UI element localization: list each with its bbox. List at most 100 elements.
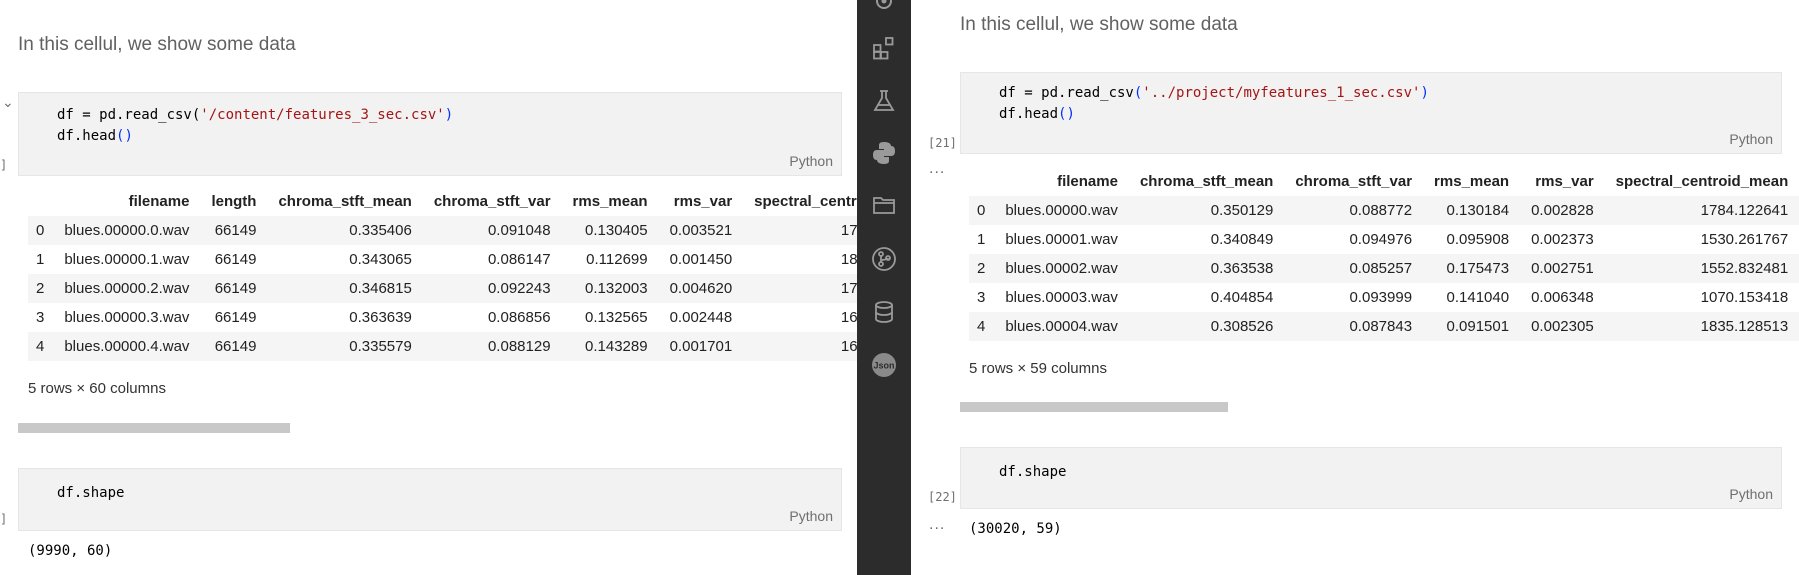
row-index: 1 [36,251,45,268]
rows-columns-note: 5 rows × 59 columns [969,360,1107,377]
database-icon[interactable] [869,297,899,327]
table-cell: 0.143289 [585,338,648,355]
table-row: 4 blues.00004.wav 0.308526 0.087843 0.091501… [969,312,1799,341]
table-cell: 0.086856 [487,309,551,326]
code-editor[interactable]: df = pd.read_csv('../project/myfeatures_… [999,83,1429,125]
json-icon[interactable]: Json [869,350,899,380]
column-header: filename [1057,172,1118,190]
python-icon[interactable] [869,138,899,168]
table-row: 1 blues.00001.wav 0.340849 0.094976 0.095908… [969,225,1799,254]
table-cell: 0.095908 [1446,231,1510,248]
table-cell: 0.132003 [585,280,648,297]
folder-icon[interactable] [869,190,899,220]
left-notebook-pane: In this cellul, we show some data ⌄ df =… [0,0,857,575]
table-cell: blues.00004.wav [1005,318,1118,335]
code-cell-read-csv[interactable]: df = pd.read_csv('../project/myfeatures_… [960,72,1782,154]
collapse-chevron-icon[interactable]: ⌄ [2,94,14,111]
markdown-cell-text[interactable]: In this cellul, we show some data [18,34,296,56]
table-cell: 1552.832481 [1700,260,1789,277]
cell-language-label[interactable]: Python [1729,131,1773,147]
table-cell: 0.343065 [349,251,412,268]
table-cell: 0.001450 [669,251,733,268]
table-cell: 0.335579 [349,338,412,355]
table-cell: 0.363639 [349,309,412,326]
dataframe-table: filename length chroma_stft_mean chroma_stf… [28,186,857,361]
row-index: 4 [36,338,45,355]
rows-columns-note: 5 rows × 60 columns [28,380,166,397]
table-cell: blues.00000.0.wav [64,222,190,239]
row-index: 0 [977,202,986,219]
extensions-icon[interactable] [869,33,899,63]
column-header: chroma_stft_var [1295,172,1413,190]
table-row: 1 blues.00000.1.wav 66149 0.343065 0.086147 0… [28,245,857,274]
row-index: 3 [977,289,986,306]
column-header: chroma_stft_mean [278,192,412,210]
table-header-row: filename length chroma_stft_mean chroma_stf… [28,186,857,216]
code-editor[interactable]: df.shape [999,462,1066,483]
table-cell: blues.00001.wav [1005,231,1118,248]
table-cell: blues.00002.wav [1005,260,1118,277]
table-cell: 0.086147 [487,251,551,268]
table-cell: 0.112699 [586,251,648,268]
column-header: spectral_centroic [754,192,857,210]
column-header: rms_var [1535,172,1594,190]
table-cell: 0.002373 [1531,231,1594,248]
testing-flask-icon[interactable] [869,86,899,116]
code-editor[interactable]: df = pd.read_csv('/content/features_3_se… [57,105,453,147]
table-cell: 0.308526 [1210,318,1274,335]
table-cell: 0.091048 [487,222,551,239]
source-control-icon[interactable] [869,244,899,274]
table-row: 0 blues.00000.wav 0.350129 0.088772 0.130184… [969,196,1799,225]
code-cell-df-shape[interactable]: df.shape Python [960,447,1782,509]
table-cell: 0.094976 [1349,231,1413,248]
table-cell: 66149 [214,309,257,326]
table-cell: 0.340849 [1210,231,1274,248]
table-cell: 0.088129 [487,338,551,355]
horizontal-scrollbar[interactable] [960,402,1228,412]
cell-language-label[interactable]: Python [1729,486,1773,502]
table-cell: 0.092243 [487,280,551,297]
code-editor[interactable]: df.shape [57,483,124,504]
table-cell: 0.002448 [669,309,733,326]
code-cell-read-csv[interactable]: df = pd.read_csv('/content/features_3_se… [18,92,842,176]
cell-language-label[interactable]: Python [789,153,833,169]
horizontal-scrollbar[interactable] [18,423,290,433]
row-index: 2 [977,260,986,277]
column-header: length [211,192,257,210]
table-cell: 0.003521 [669,222,733,239]
index-header [969,166,995,196]
table-cell: 0.004620 [669,280,733,297]
table-cell: 1788. [840,280,857,297]
table-cell: 66149 [214,222,257,239]
table-cell: 0.130405 [585,222,648,239]
row-index: 3 [36,309,45,326]
table-cell: 0.002828 [1531,202,1594,219]
markdown-cell-text[interactable]: In this cellul, we show some data [960,14,1238,36]
table-header-row: filename chroma_stft_mean chroma_stft_var r… [969,166,1799,196]
shape-output: (9990, 60) [28,543,113,559]
output-more-actions-icon[interactable]: ... [929,160,945,178]
column-header: chroma_stft_var [433,192,551,210]
table-row: 0 blues.00000.0.wav 66149 0.335406 0.091048 0… [28,216,857,245]
code-cell-df-shape[interactable]: df.shape Python [18,468,842,531]
table-cell: 0.141040 [1446,289,1510,306]
table-row: 2 blues.00000.2.wav 66149 0.346815 0.092243 0… [28,274,857,303]
table-cell: 0.346815 [349,280,412,297]
cell-language-label[interactable]: Python [789,508,833,524]
settings-icon[interactable] [869,0,899,16]
execution-count: [22] [928,490,957,504]
table-cell: 66149 [214,338,257,355]
table-cell: 0.002305 [1531,318,1594,335]
table-cell: 0.085257 [1349,260,1413,277]
table-cell: blues.00000.2.wav [64,280,190,297]
table-cell: 0.088772 [1349,202,1413,219]
index-header [28,186,54,216]
table-cell: 0.404854 [1210,289,1274,306]
execution-count: [21] [928,136,957,150]
output-more-actions-icon[interactable]: ... [929,516,945,534]
table-cell: 0.002751 [1531,260,1594,277]
execution-count: ] [0,512,8,526]
table-cell: 0.091501 [1446,318,1510,335]
table-row: 3 blues.00003.wav 0.404854 0.093999 0.141040… [969,283,1799,312]
table-cell: 0.335406 [349,222,412,239]
